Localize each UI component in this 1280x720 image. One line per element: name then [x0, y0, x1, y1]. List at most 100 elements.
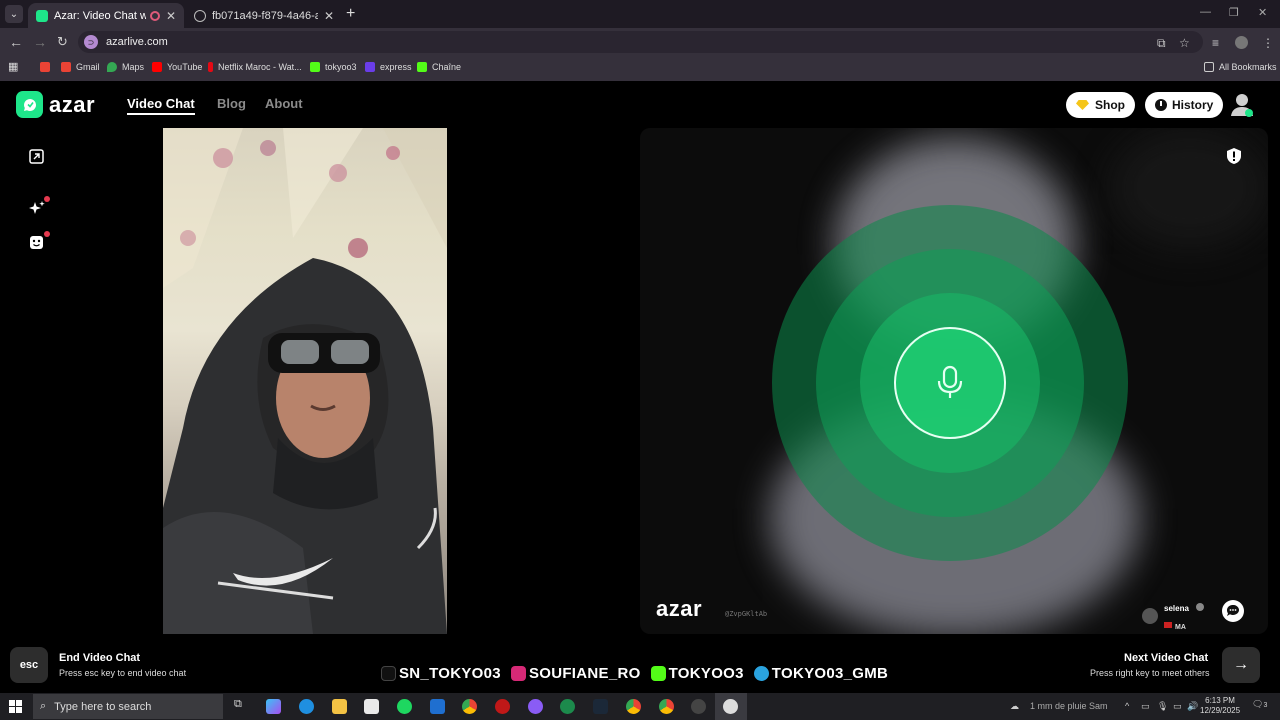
- tab-azar[interactable]: Azar: Video Chat with New ✕: [28, 3, 184, 28]
- steam-icon[interactable]: [593, 699, 608, 714]
- social-handle: SOUFIANE_RO: [528, 665, 641, 682]
- app-red-icon[interactable]: [495, 699, 510, 714]
- tiktok-icon: [381, 666, 396, 681]
- microphone-icon: [937, 365, 963, 398]
- reading-list-icon[interactable]: ≡: [1212, 36, 1219, 50]
- tab-uuid[interactable]: fb071a49-f879-4a46-a688-a78 ✕: [186, 3, 342, 28]
- task-view-icon[interactable]: ⧉: [234, 698, 249, 713]
- shop-button[interactable]: Shop: [1066, 92, 1135, 118]
- weather-icon[interactable]: ☁: [1010, 701, 1019, 712]
- new-tab-button[interactable]: +: [346, 5, 355, 23]
- azar-logo[interactable]: azar: [16, 91, 95, 118]
- tab-search-button[interactable]: ⌄: [5, 5, 23, 23]
- minimize-button[interactable]: —: [1200, 6, 1211, 18]
- bookmark-star-icon[interactable]: ☆: [1179, 36, 1190, 50]
- install-app-icon[interactable]: ⧉: [1157, 36, 1166, 51]
- face-filter-icon[interactable]: [29, 235, 45, 251]
- next-chat-title: Next Video Chat: [1124, 652, 1209, 664]
- forward-button[interactable]: →: [33, 34, 47, 50]
- shop-label: Shop: [1095, 98, 1125, 112]
- bookmark-maps[interactable]: Maps: [107, 62, 144, 72]
- bookmark-label: tokyoo3: [325, 62, 357, 72]
- menu-kebab-icon[interactable]: ⋮: [1262, 36, 1274, 50]
- all-bookmarks[interactable]: All Bookmarks: [1204, 62, 1277, 72]
- effects-sparkle-icon[interactable]: [29, 200, 45, 216]
- tray-app-icon[interactable]: ▭: [1141, 701, 1150, 712]
- file-explorer-icon[interactable]: [332, 699, 347, 714]
- telegram-icon: [753, 666, 769, 681]
- end-chat-hint: Press esc key to end video chat: [59, 668, 187, 678]
- app-purple-icon[interactable]: [528, 699, 543, 714]
- social-kick: TOKYOO3: [650, 665, 744, 682]
- app-green-icon[interactable]: [560, 699, 575, 714]
- nav-about[interactable]: About: [265, 96, 303, 111]
- social-handle: TOKYOO3: [668, 665, 744, 682]
- back-button[interactable]: ←: [9, 34, 23, 50]
- browser-tab-bar: ⌄ Azar: Video Chat with New ✕ fb071a49-f…: [0, 0, 1280, 28]
- social-telegram: TOKYO03_GMB: [753, 665, 888, 682]
- mail-icon[interactable]: [430, 699, 445, 714]
- gmail-icon: [40, 62, 50, 72]
- close-window-button[interactable]: ✕: [1258, 6, 1267, 19]
- social-tiktok: SN_TOKYO03: [381, 665, 501, 682]
- apps-grid-icon[interactable]: ▦: [8, 60, 18, 73]
- tab-title: fb071a49-f879-4a46-a688-a78: [212, 9, 318, 22]
- close-tab-icon[interactable]: ✕: [166, 9, 176, 23]
- history-button[interactable]: History: [1145, 92, 1224, 118]
- volume-icon[interactable]: 🔊: [1187, 701, 1198, 712]
- gmail-icon: [61, 62, 71, 72]
- bookmark-label: YouTube: [167, 62, 203, 72]
- next-chat-button[interactable]: →: [1222, 647, 1260, 683]
- edge-icon[interactable]: [299, 699, 314, 714]
- arrow-right-icon: →: [1233, 656, 1249, 673]
- end-chat-key-button[interactable]: esc: [10, 647, 48, 683]
- chrome-icon[interactable]: [462, 699, 477, 714]
- nav-blog[interactable]: Blog: [217, 96, 246, 111]
- clock-time: 6:13 PM: [1205, 696, 1235, 705]
- taskbar-clock[interactable]: 6:13 PM 12/29/2025: [1200, 696, 1240, 716]
- fullscreen-toggle-icon[interactable]: [29, 149, 45, 165]
- clock-icon: [1155, 99, 1167, 111]
- windows-start-icon[interactable]: [9, 700, 22, 713]
- nav-video-chat[interactable]: Video Chat: [127, 96, 195, 115]
- bookmark-youtube[interactable]: YouTube: [152, 62, 202, 72]
- peer-name: selena: [1164, 604, 1189, 613]
- spotify-icon[interactable]: [397, 699, 412, 714]
- taskbar-search-input[interactable]: ⌕ Type here to search: [33, 694, 223, 719]
- maps-icon: [107, 62, 117, 72]
- azar-logo-icon: [16, 91, 43, 118]
- chat-button[interactable]: [1222, 600, 1244, 622]
- bookmark-gmail[interactable]: Gmail: [61, 62, 100, 72]
- bookmark-chaine[interactable]: Chaîne: [417, 62, 461, 72]
- peer-info[interactable]: selena MA: [1142, 598, 1205, 634]
- app-active-icon[interactable]: [723, 699, 738, 714]
- app-dark-icon[interactable]: [691, 699, 706, 714]
- chrome-profile-icon[interactable]: [659, 699, 674, 714]
- address-bar[interactable]: ⊃ azarlive.com: [78, 31, 1203, 53]
- close-tab-icon[interactable]: ✕: [324, 9, 334, 23]
- notification-center-icon[interactable]: 🗨3: [1252, 699, 1267, 710]
- bookmark-label: Maps: [122, 62, 145, 72]
- bookmark-tokyoo3[interactable]: tokyoo3: [310, 62, 357, 72]
- site-info-icon[interactable]: ⊃: [84, 35, 98, 49]
- watermark-user-id: @ZvpGKltAb: [725, 610, 768, 618]
- profile-avatar[interactable]: [1235, 36, 1248, 49]
- tray-overflow-icon[interactable]: ^: [1125, 701, 1129, 711]
- reload-button[interactable]: ↻: [57, 34, 68, 50]
- copilot-icon[interactable]: [266, 699, 281, 714]
- report-shield-icon[interactable]: [1226, 147, 1242, 164]
- bookmark-express[interactable]: express: [365, 62, 412, 72]
- store-icon[interactable]: [364, 699, 379, 714]
- microphone-tray-icon[interactable]: 🎙: [1157, 701, 1168, 712]
- bookmark-netflix[interactable]: Netflix Maroc - Wat...: [208, 62, 302, 72]
- profile-button[interactable]: [1230, 92, 1254, 118]
- restore-button[interactable]: ❐: [1229, 6, 1239, 19]
- network-icon[interactable]: ▭: [1173, 701, 1182, 712]
- morocco-flag-icon: [1164, 621, 1172, 628]
- chrome-profile-icon[interactable]: [626, 699, 641, 714]
- browser-toolbar: ← → ↻ ⊃ azarlive.com ⧉ ☆ ≡ ⋮: [0, 28, 1280, 56]
- kick-icon: [310, 62, 320, 72]
- weather-text[interactable]: 1 mm de pluie Sam: [1030, 701, 1108, 711]
- notification-dot: [44, 196, 50, 202]
- social-instagram: SOUFIANE_RO: [510, 665, 641, 682]
